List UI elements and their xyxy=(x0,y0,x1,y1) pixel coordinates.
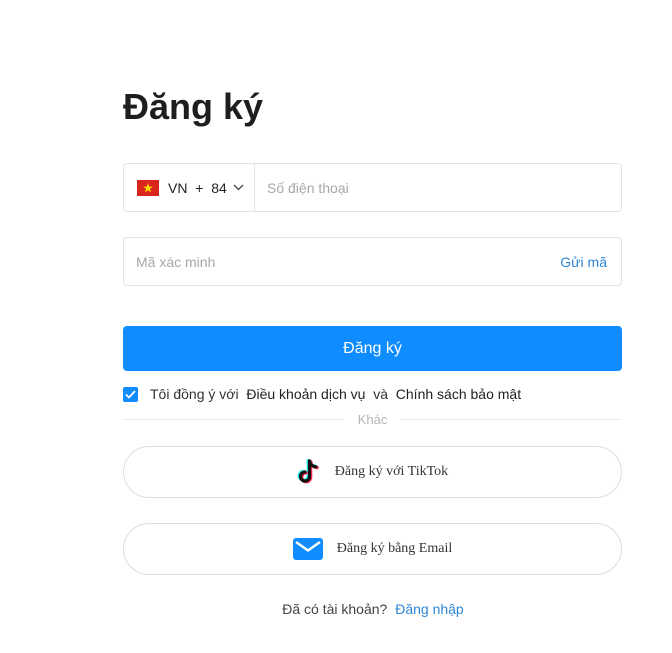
tiktok-signup-label: Đăng ký với TikTok xyxy=(334,464,449,479)
send-code-button[interactable]: Gửi mã xyxy=(560,254,621,270)
check-icon xyxy=(125,389,136,399)
tiktok-signup-button[interactable]: Đăng ký với TikTok xyxy=(123,446,622,498)
agreement-row: Tôi đồng ý với Điều khoản dịch vụ và Chí… xyxy=(123,386,521,402)
country-code: VN xyxy=(168,179,188,196)
privacy-policy-link[interactable]: Chính sách bảo mật xyxy=(396,386,521,402)
dial-code: 84 xyxy=(211,179,227,196)
other-options-divider: Khác xyxy=(123,412,623,427)
agreement-checkbox[interactable] xyxy=(123,386,138,402)
phone-number-input[interactable] xyxy=(255,164,621,211)
verification-field-group: Gửi mã xyxy=(123,237,622,286)
page-title: Đăng ký xyxy=(123,86,264,127)
chevron-down-icon xyxy=(233,184,244,191)
country-code-selector[interactable]: VN + 84 xyxy=(124,164,255,211)
agreement-prefix: Tôi đồng ý với xyxy=(150,386,239,402)
plus-sign: + xyxy=(195,179,204,196)
register-button[interactable]: Đăng ký xyxy=(123,326,622,371)
email-signup-button[interactable]: Đăng ký bằng Email xyxy=(123,523,622,575)
agreement-and: và xyxy=(373,386,388,402)
email-icon xyxy=(292,538,323,560)
divider-label: Khác xyxy=(357,412,388,427)
email-signup-label: Đăng ký bằng Email xyxy=(336,541,453,556)
login-link[interactable]: Đăng nhập xyxy=(395,601,464,617)
divider-line-left xyxy=(123,419,344,420)
vietnam-flag-icon xyxy=(137,179,159,196)
have-account-text: Đã có tài khoản? xyxy=(282,601,388,617)
phone-field-group: VN + 84 xyxy=(123,163,622,212)
divider-line-right xyxy=(401,419,623,420)
terms-of-service-link[interactable]: Điều khoản dịch vụ xyxy=(246,386,365,402)
login-prompt: Đã có tài khoản? Đăng nhập xyxy=(0,601,672,617)
tiktok-icon xyxy=(297,459,319,484)
verification-code-input[interactable] xyxy=(124,238,561,285)
